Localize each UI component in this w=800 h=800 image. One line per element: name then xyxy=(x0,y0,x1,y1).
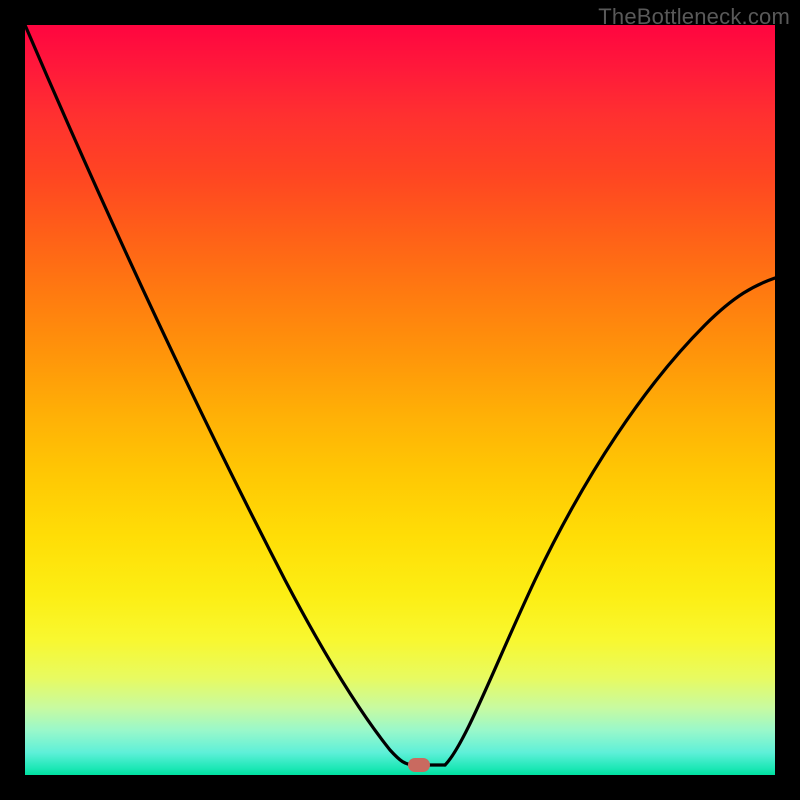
plot-area xyxy=(25,25,775,775)
curve-left-branch xyxy=(25,25,445,765)
bottleneck-curve xyxy=(25,25,775,775)
curve-right-branch xyxy=(445,278,775,765)
optimal-marker xyxy=(408,758,430,772)
chart-frame: TheBottleneck.com xyxy=(0,0,800,800)
watermark-text: TheBottleneck.com xyxy=(598,4,790,30)
